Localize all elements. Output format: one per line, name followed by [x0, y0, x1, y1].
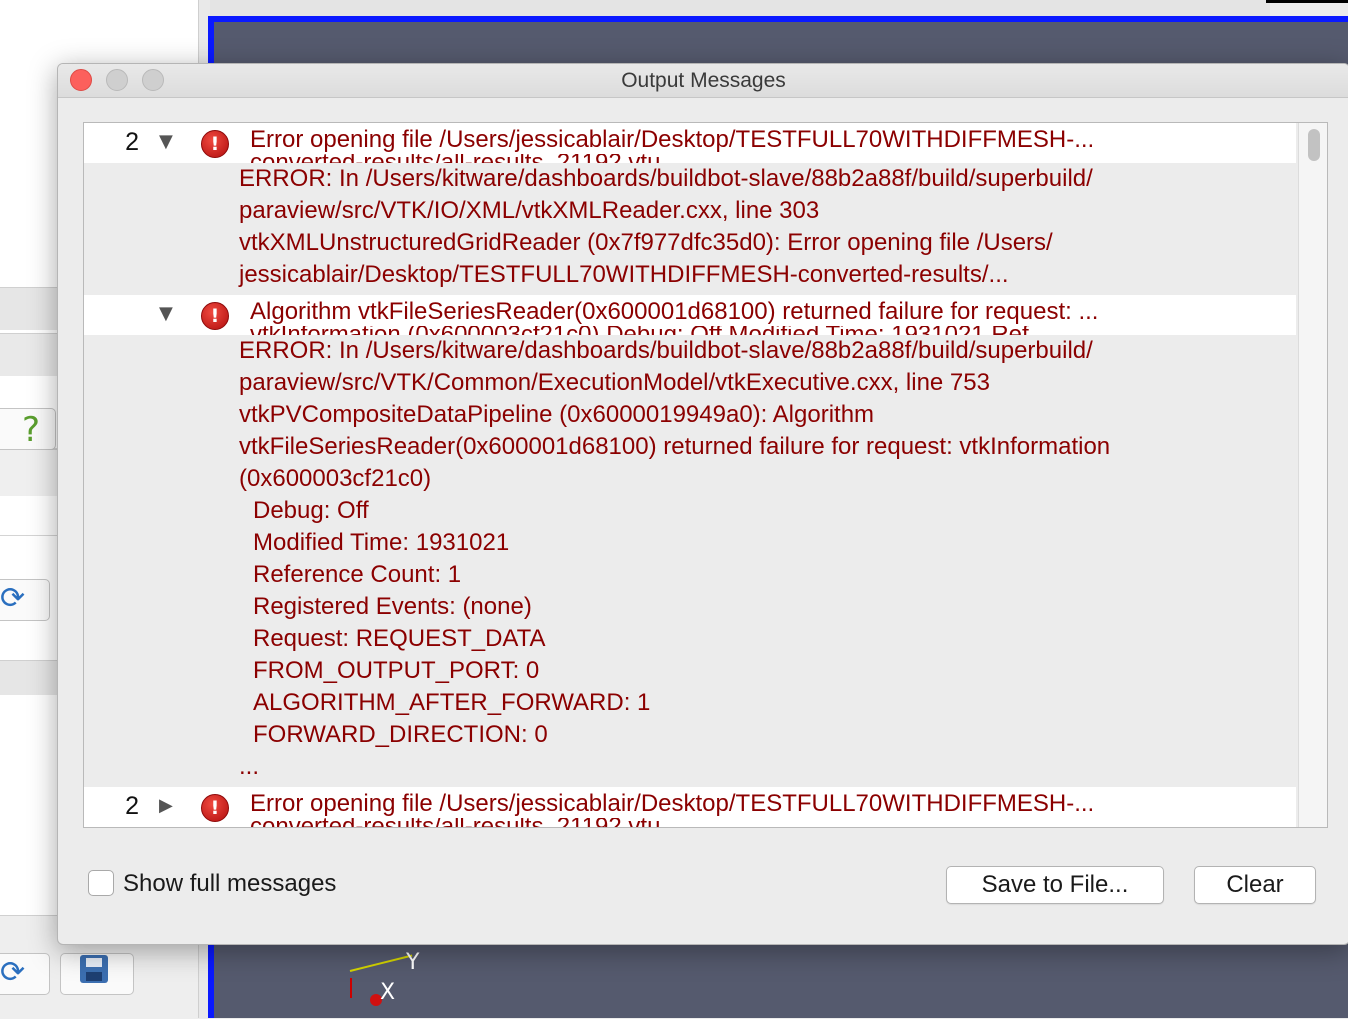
- collapse-arrow-icon[interactable]: ▼: [159, 303, 173, 324]
- detail-line: Registered Events: (none): [253, 593, 532, 620]
- error-icon: !: [201, 794, 229, 822]
- message-row[interactable]: 2 ▼ ! Error opening file /Users/jessicab…: [84, 123, 1296, 163]
- axis-x-label: X: [380, 980, 396, 1005]
- show-full-messages-label[interactable]: Show full messages: [123, 867, 336, 901]
- error-icon: !: [201, 302, 229, 330]
- toolbar: [210, 0, 1270, 16]
- title-bar[interactable]: Output Messages: [58, 64, 1348, 98]
- message-count: 2: [125, 128, 139, 156]
- message-row[interactable]: 2 ▶ ! Error opening file /Users/jessicab…: [84, 787, 1296, 827]
- detail-line: Request: REQUEST_DATA: [253, 625, 546, 652]
- message-count: [84, 295, 139, 333]
- detail-line: Debug: Off: [253, 497, 369, 524]
- clear-button[interactable]: Clear: [1194, 866, 1316, 904]
- message-details: ERROR: In /Users/kitware/dashboards/buil…: [239, 163, 1093, 291]
- detail-line: (0x600003cf21c0): [239, 465, 432, 492]
- refresh-icon: ⟳: [0, 955, 26, 990]
- detail-line: Reference Count: 1: [253, 561, 462, 588]
- toolbar-edge: [1266, 0, 1348, 3]
- detail-line: vtkFileSeriesReader(0x600001d68100) retu…: [239, 433, 1111, 460]
- save-to-file-button[interactable]: Save to File...: [946, 866, 1164, 904]
- error-icon: !: [201, 130, 229, 158]
- detail-line: ERROR: In /Users/kitware/dashboards/buil…: [239, 165, 1093, 192]
- detail-line: paraview/src/VTK/IO/XML/vtkXMLReader.cxx…: [239, 197, 820, 224]
- message-row[interactable]: ▼ ! Algorithm vtkFileSeriesReader(0x6000…: [84, 295, 1296, 335]
- message-list[interactable]: 2 ▼ ! Error opening file /Users/jessicab…: [83, 122, 1328, 828]
- message-summary-overflow: vtkInformation (0x600003cf21c0) Debug: O…: [250, 326, 1150, 335]
- orientation-axis-x: [350, 978, 352, 998]
- detail-line: ERROR: In /Users/kitware/dashboards/buil…: [239, 337, 1093, 364]
- detail-line: vtkPVCompositeDataPipeline (0x6000019949…: [239, 401, 875, 428]
- detail-line: paraview/src/VTK/Common/ExecutionModel/v…: [239, 369, 990, 396]
- message-summary: Algorithm vtkFileSeriesReader(0x600001d6…: [250, 298, 1099, 325]
- message-details: ERROR: In /Users/kitware/dashboards/buil…: [239, 335, 1110, 783]
- dialog-title: Output Messages: [621, 69, 786, 92]
- detail-line: Modified Time: 1931021: [253, 529, 510, 556]
- vertical-scrollbar[interactable]: [1298, 123, 1327, 827]
- detail-line: jessicablair/Desktop/TESTFULL70WITHDIFFM…: [239, 261, 1009, 288]
- expand-arrow-icon[interactable]: ▶: [159, 795, 173, 816]
- message-count: 2: [125, 792, 139, 820]
- message-summary-overflow: converted-results/all-results_21192.vtu: [250, 154, 1150, 163]
- detail-line: ALGORITHM_AFTER_FORWARD: 1: [253, 689, 651, 716]
- help-icon: ?: [22, 410, 41, 450]
- message-summary-overflow: converted-results/all-results_21192.vtu: [250, 818, 1150, 827]
- message-summary: Error opening file /Users/jessicablair/D…: [250, 790, 1095, 817]
- refresh-icon: ⟳: [0, 581, 26, 616]
- output-messages-dialog: Output Messages 2 ▼ ! Error opening file…: [57, 63, 1348, 945]
- collapse-arrow-icon[interactable]: ▼: [159, 131, 173, 152]
- detail-line: FORWARD_DIRECTION: 0: [253, 721, 548, 748]
- detail-ellipsis: ...: [239, 753, 260, 780]
- save-icon: [80, 955, 108, 983]
- axis-y-label: Y: [406, 950, 420, 975]
- detail-line: vtkXMLUnstructuredGridReader (0x7f977dfc…: [239, 229, 1053, 256]
- scrollbar-thumb[interactable]: [1308, 129, 1320, 161]
- show-full-messages-checkbox[interactable]: [88, 870, 114, 896]
- detail-line: FROM_OUTPUT_PORT: 0: [253, 657, 540, 684]
- message-summary: Error opening file /Users/jessicablair/D…: [250, 126, 1095, 153]
